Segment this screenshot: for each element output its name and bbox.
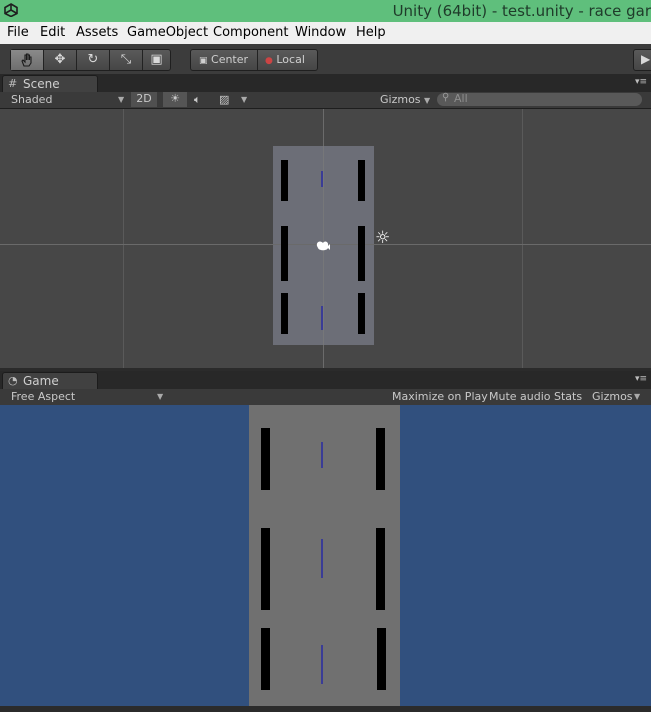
scene-control-bar: Shaded ▼ 2D ☀ 🔈︎ ▨ ▼ Gizmos ▼ ⚲ All	[0, 92, 651, 109]
menu-window[interactable]: Window	[295, 25, 346, 40]
shading-mode-label: Shaded	[11, 93, 53, 106]
rect-icon: ▣	[150, 52, 163, 67]
road-barrier	[376, 428, 385, 490]
chevron-down-icon: ▼	[157, 392, 164, 401]
scene-gizmos-dropdown[interactable]: Gizmos ▼	[380, 93, 430, 106]
scene-audio-toggle[interactable]: 🔈︎	[194, 93, 201, 107]
lane-marking	[321, 171, 323, 187]
space-local-button[interactable]: ● Local	[265, 50, 305, 70]
lane-marking	[321, 442, 323, 468]
hand-tool-button[interactable]	[11, 50, 43, 70]
lane-marking	[321, 306, 323, 330]
menu-assets[interactable]: Assets	[76, 25, 118, 40]
image-icon: ▨	[219, 93, 230, 106]
road-barrier	[261, 628, 270, 690]
road-barrier	[261, 528, 270, 610]
scene-viewport[interactable]: ☼	[0, 109, 651, 368]
pacman-icon: ◔	[8, 374, 18, 387]
window-title-bar: Unity (64bit) - test.unity - race gar	[0, 0, 651, 22]
maximize-on-play-toggle[interactable]: Maximize on Play	[392, 390, 488, 403]
main-toolbar: ✥ ↻ ⤡ ▣ ▣ Center ● Local ▶	[0, 44, 651, 74]
road-barrier	[358, 160, 365, 201]
search-icon: ⚲	[442, 92, 450, 103]
mute-audio-toggle[interactable]: Mute audio	[489, 390, 551, 403]
road-barrier	[281, 226, 288, 281]
grid-line	[522, 109, 523, 368]
road-barrier	[377, 628, 386, 690]
mode-2d-label: 2D	[136, 92, 152, 105]
rotate-tool-button[interactable]: ↻	[77, 50, 109, 70]
game-tabstrip: ◔ Game ▾≡	[0, 371, 651, 390]
scene-search-input[interactable]: ⚲ All	[437, 92, 642, 106]
aspect-dropdown[interactable]: Free Aspect	[11, 390, 75, 403]
panel-menu-icon[interactable]: ▾≡	[635, 77, 647, 87]
scale-tool-button[interactable]: ⤡	[110, 50, 142, 70]
scene-gizmos-label: Gizmos	[380, 93, 421, 106]
game-tab-label: Game	[23, 374, 59, 388]
menu-file[interactable]: File	[7, 25, 29, 40]
hand-icon	[21, 53, 32, 67]
tab-scene[interactable]: # Scene	[2, 75, 98, 93]
camera-gizmo-icon[interactable]	[314, 237, 332, 253]
space-local-label: Local	[276, 53, 305, 66]
speaker-icon: 🔈︎	[194, 93, 201, 106]
menu-help[interactable]: Help	[356, 25, 386, 40]
road-barrier	[376, 528, 385, 610]
pivot-icon: ▣	[199, 56, 208, 66]
road-barrier	[261, 428, 270, 490]
road-barrier	[358, 293, 365, 334]
shading-mode-dropdown[interactable]: Shaded	[11, 93, 52, 106]
scene-effects-toggle[interactable]: ▨	[219, 93, 229, 106]
tab-game[interactable]: ◔ Game	[2, 372, 98, 390]
pivot-toggles: ▣ Center ● Local	[190, 49, 318, 71]
rect-tool-button[interactable]: ▣	[143, 50, 170, 70]
aspect-label: Free Aspect	[11, 390, 76, 403]
local-space-icon: ●	[265, 56, 273, 66]
game-gizmos-dropdown[interactable]: Gizmos	[592, 390, 633, 403]
road-barrier	[281, 160, 288, 201]
window-title: Unity (64bit) - test.unity - race gar	[392, 2, 651, 20]
game-viewport[interactable]	[0, 405, 651, 706]
transform-tools: ✥ ↻ ⤡ ▣	[10, 49, 171, 71]
road-barrier	[281, 293, 288, 334]
stats-toggle[interactable]: Stats	[554, 390, 582, 403]
panel-menu-icon[interactable]: ▾≡	[635, 374, 647, 384]
scene-tabstrip: # Scene ▾≡	[0, 74, 651, 93]
stats-label: Stats	[554, 390, 583, 403]
game-control-bar: Free Aspect ▼ Maximize on Play Mute audi…	[0, 389, 651, 406]
scene-tab-label: Scene	[23, 77, 60, 91]
move-icon: ✥	[54, 52, 66, 67]
scene-grid-icon: #	[8, 77, 18, 90]
grid-line	[123, 109, 124, 368]
move-tool-button[interactable]: ✥	[44, 50, 76, 70]
scene-lighting-toggle[interactable]: ☀	[163, 92, 187, 107]
search-placeholder: All	[454, 92, 468, 105]
menu-edit[interactable]: Edit	[40, 25, 65, 40]
lane-marking	[321, 645, 323, 684]
maximize-on-play-label: Maximize on Play	[392, 390, 488, 403]
light-gizmo-icon[interactable]: ☼	[375, 228, 390, 248]
gizmos-chevron-icon[interactable]: ▼	[634, 392, 640, 401]
play-button[interactable]: ▶	[633, 49, 651, 71]
pivot-center-label: Center	[211, 53, 249, 66]
pivot-center-button[interactable]: ▣ Center	[199, 50, 248, 70]
menu-component[interactable]: Component	[213, 25, 288, 40]
bottom-divider	[0, 706, 651, 712]
sun-icon: ☀	[170, 92, 180, 105]
rotate-icon: ↻	[87, 52, 99, 67]
mute-audio-label: Mute audio	[489, 390, 551, 403]
mode-2d-toggle[interactable]: 2D	[131, 92, 157, 107]
play-icon: ▶	[641, 52, 651, 66]
chevron-down-icon: ▼	[118, 95, 125, 104]
lane-marking	[321, 539, 323, 578]
menu-bar: File Edit Assets GameObject Component Wi…	[0, 22, 651, 45]
effects-chevron-icon[interactable]: ▼	[241, 95, 247, 104]
scale-icon: ⤡	[120, 52, 132, 67]
road-barrier	[358, 226, 365, 281]
unity-logo-icon	[4, 3, 18, 17]
game-gizmos-label: Gizmos	[592, 390, 633, 403]
menu-gameobject[interactable]: GameObject	[127, 25, 208, 40]
